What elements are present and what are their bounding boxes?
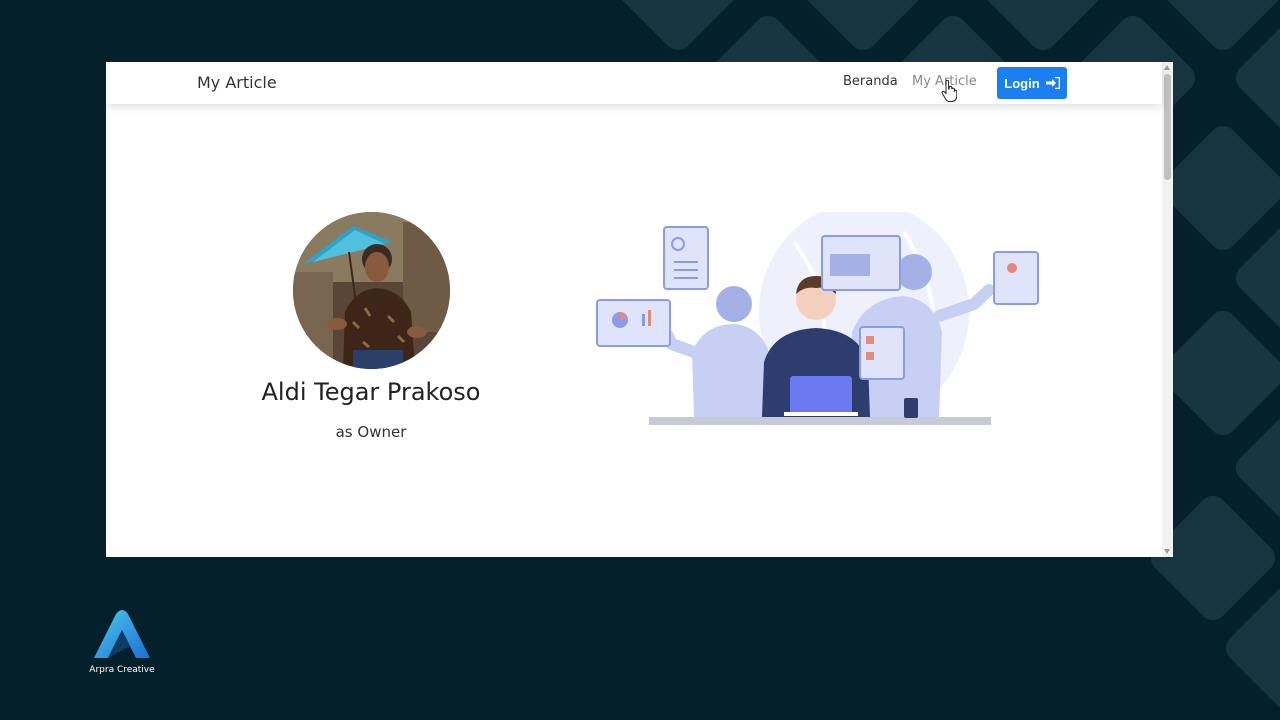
- login-button-label: Login: [1004, 75, 1040, 91]
- hand-pointer-icon: [941, 80, 957, 102]
- nav-link-beranda[interactable]: Beranda: [843, 74, 898, 89]
- arpra-logo-icon: [94, 610, 150, 658]
- profile-avatar: [293, 212, 450, 369]
- arpra-creative-logo: Arpra Creative: [86, 606, 158, 682]
- browser-viewport: My Article Beranda My Article Login Aldi…: [106, 62, 1173, 557]
- navbar-brand[interactable]: My Article: [197, 73, 277, 92]
- scroll-up-arrow-icon[interactable]: [1164, 65, 1170, 70]
- scroll-down-arrow-icon[interactable]: [1164, 549, 1170, 554]
- login-button[interactable]: Login: [997, 67, 1067, 99]
- profile-name: Aldi Tegar Prakoso: [261, 378, 481, 406]
- team-illustration: [596, 212, 1039, 425]
- navbar: My Article Beranda My Article Login: [106, 62, 1162, 104]
- sign-in-icon: [1045, 77, 1060, 89]
- scroll-thumb[interactable]: [1164, 74, 1171, 180]
- profile-role: as Owner: [335, 423, 407, 441]
- scrollbar[interactable]: [1162, 62, 1173, 557]
- watermark-text: Arpra Creative: [89, 665, 155, 675]
